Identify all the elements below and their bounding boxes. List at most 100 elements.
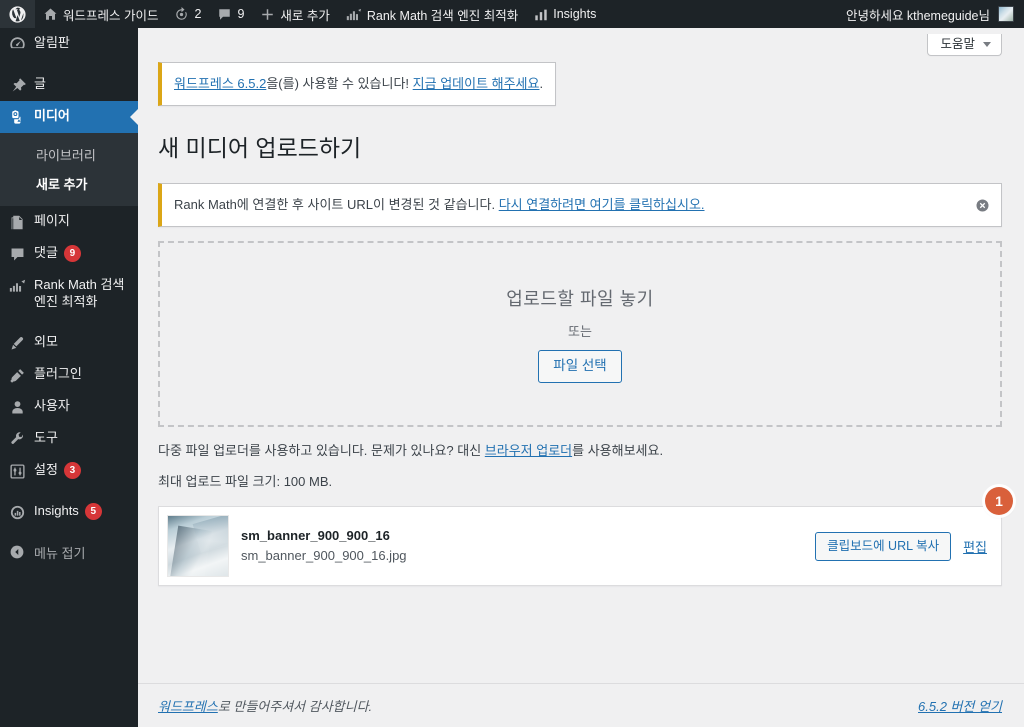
sidebar-label-rankmath: Rank Math 검색 엔진 최적화 [34,277,125,309]
media-item-meta: sm_banner_900_900_16 sm_banner_900_900_1… [241,526,803,566]
collapse-menu-label: 메뉴 접기 [34,545,86,561]
sidebar-item-appearance[interactable]: 외모 [0,327,138,359]
main-content-area: 도움말 워드프레스 6.5.2을(를) 사용할 수 있습니다! 지금 업데이트 … [138,28,1024,727]
insights-bars-icon [534,8,548,21]
update-nag-text: 을(를) 사용할 수 있습니다! [266,76,413,91]
update-now-link[interactable]: 지금 업데이트 해주세요 [413,76,540,91]
sidebar-item-media[interactable]: 미디어 [0,101,138,133]
update-version-link[interactable]: 워드프레스 6.5.2 [174,76,266,91]
media-item-row: sm_banner_900_900_16 sm_banner_900_900_1… [159,507,1001,585]
comment-icon [0,245,34,263]
sidebar-item-pages[interactable]: 페이지 [0,206,138,238]
avatar [998,6,1014,22]
get-version-link[interactable]: 6.5.2 버전 얻기 [918,699,1002,714]
dropzone-or-label: 또는 [568,323,592,339]
sidebar-label-posts: 글 [34,76,46,91]
updates-menu[interactable]: 2 [166,0,209,28]
media-thumbnail[interactable] [167,515,229,578]
insights-badge: 5 [84,502,102,520]
sidebar-label-dashboard: 알림판 [34,35,70,50]
wordpress-update-notice: 워드프레스 6.5.2을(를) 사용할 수 있습니다! 지금 업데이트 해주세요… [158,62,557,106]
insights-menu[interactable]: Insights [526,0,604,28]
sidebar-label-pages: 페이지 [34,213,70,228]
user-icon [0,398,34,416]
chevron-down-icon [983,41,991,47]
media-item-title: sm_banner_900_900_16 [241,528,390,544]
submenu-item-library[interactable]: 라이브러리 [0,140,138,169]
wordpress-logo-icon [9,5,26,23]
sidebar-separator-1 [0,60,138,69]
sidebar-label-appearance: 외모 [34,333,58,349]
media-camera-icon [0,108,34,126]
appearance-brush-icon [0,334,34,352]
sidebar-label-comments: 댓글 9 [34,245,138,263]
settings-update-badge: 3 [63,461,81,479]
sidebar-label-media: 미디어 [34,108,70,123]
edit-media-link[interactable]: 편집 [963,537,987,556]
sidebar-item-users[interactable]: 사용자 [0,391,138,423]
help-toggle-button[interactable]: 도움말 [927,34,1002,56]
rankmath-reconnect-link[interactable]: 다시 연결하려면 여기를 클릭하십시오. [499,197,705,212]
collapse-arrow-icon [0,544,34,560]
sidebar-label-tools: 도구 [34,429,58,445]
rankmath-reconnect-notice: Rank Math에 연결한 후 사이트 URL이 변경된 것 같습니다. 다시… [158,183,1002,227]
media-item-actions: 클립보드에 URL 복사 편집 [815,531,987,562]
plugin-plug-icon [0,366,34,384]
wp-logo-menu[interactable] [0,0,35,28]
comments-menu[interactable]: 9 [209,0,252,28]
comments-count: 9 [237,7,245,21]
sidebar-separator-3 [0,487,138,496]
greeting-label: 안녕하세요 kthemeguide님 [845,8,990,23]
sidebar-item-comments[interactable]: 댓글 9 [0,238,138,270]
sidebar-item-plugins[interactable]: 플러그인 [0,359,138,391]
help-toggle-label: 도움말 [940,36,975,51]
rankmath-notice-text: Rank Math에 연결한 후 사이트 URL이 변경된 것 같습니다. [174,197,499,213]
update-nag-period: . [539,76,544,91]
pin-icon [0,76,34,94]
plus-icon [260,7,275,22]
site-name-menu[interactable]: 워드프레스 가이드 [35,0,166,28]
rankmath-label: Rank Math 검색 엔진 최적화 [366,8,519,23]
sidebar-item-posts[interactable]: 글 [0,69,138,101]
page-icon [0,213,34,231]
browser-uploader-link[interactable]: 브라우저 업로더 [485,443,572,458]
page-title: 새 미디어 업로드하기 [158,134,362,161]
dismiss-circle-x-icon[interactable] [972,195,992,215]
new-content-menu[interactable]: 새로 추가 [252,0,337,28]
media-submenu: 라이브러리 새로 추가 [0,133,138,206]
footer-version: 6.5.2 버전 얻기 [918,696,1002,715]
sidebar-label-users: 사용자 [34,397,70,413]
wordpress-credit-link[interactable]: 워드프레스 [158,699,218,714]
select-files-button[interactable]: 파일 선택 [538,349,622,384]
max-upload-size: 최대 업로드 파일 크기: 100 MB. [158,473,333,489]
rankmath-menu[interactable]: Rank Math 검색 엔진 최적화 [338,0,526,28]
footer-credit: 워드프레스로 만들어주셔서 감사합니다. [158,696,918,715]
sidebar-label-settings: 설정 3 [34,462,138,479]
copy-url-to-clipboard-button[interactable]: 클립보드에 URL 복사 [815,531,952,562]
update-arrows-icon [174,6,189,22]
sidebar-label-plugins: 플러그인 [34,365,82,381]
admin-bar: 워드프레스 가이드 2 9 새로 추가 Rank Math 검색 엔진 최적화 … [0,0,1024,28]
tools-wrench-icon [0,430,34,448]
comment-bubble-icon [217,7,232,22]
screen-meta-links: 도움말 [138,28,1024,56]
sidebar-item-settings[interactable]: 설정 3 [0,455,138,487]
updates-count: 2 [194,7,202,21]
rankmath-bars-icon [346,8,362,21]
new-content-label: 새로 추가 [280,8,330,23]
sidebar-separator-2 [0,318,138,327]
file-dropzone[interactable]: 업로드할 파일 놓기 또는 파일 선택 [158,240,1002,427]
sidebar-item-insights[interactable]: Insights 5 [0,496,138,528]
site-name-label: 워드프레스 가이드 [63,8,159,23]
sidebar-item-rankmath[interactable]: Rank Math 검색 엔진 최적화 [0,270,138,318]
sidebar-item-tools[interactable]: 도구 [0,423,138,455]
sidebar-item-dashboard[interactable]: 알림판 [0,28,138,60]
collapse-menu-button[interactable]: 메뉴 접기 [0,534,138,571]
annotation-badge-1: 1 [985,487,1013,516]
insights-icon [0,503,34,521]
admin-footer: 워드프레스로 만들어주셔서 감사합니다. 6.5.2 버전 얻기 [138,683,1024,727]
submenu-item-add-new[interactable]: 새로 추가 [0,169,138,198]
my-account-menu[interactable]: 안녕하세요 kthemeguide님 [838,0,1024,28]
uploader-help-after: 를 사용해보세요. [572,442,664,458]
footer-credit-text: 로 만들어주셔서 감사합니다. [217,699,373,714]
